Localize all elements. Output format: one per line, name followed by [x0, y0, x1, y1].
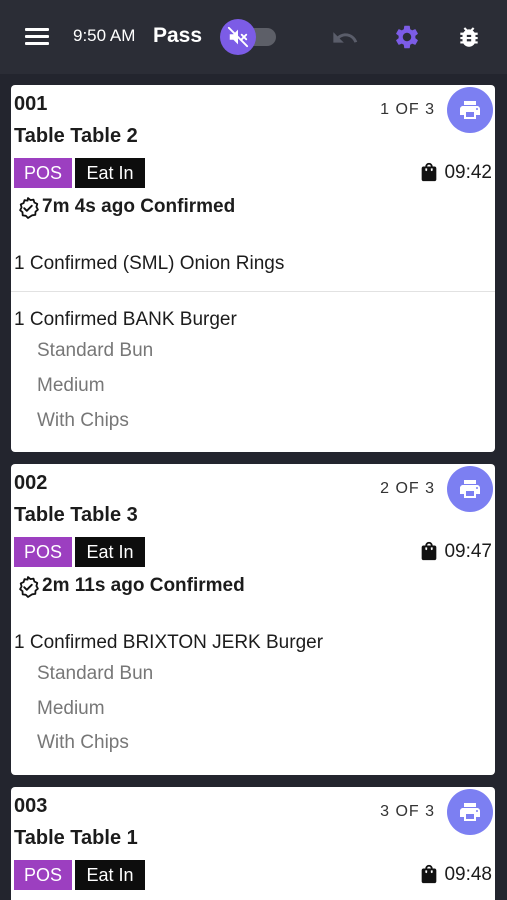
verified-badge-icon: [19, 197, 39, 219]
station-title: Pass: [153, 24, 203, 47]
order-status: 2m 11s ago Confirmed: [16, 573, 245, 599]
item-divider: [11, 291, 495, 292]
due-time: 09:47: [422, 540, 492, 564]
order-position: 2 OF 3: [380, 480, 435, 497]
item-modifier: Medium: [37, 375, 105, 396]
order-status: 7m 4s ago Confirmed: [16, 194, 235, 220]
order-card[interactable]: 003 Table Table 1 3 OF 3 POS Eat In 09:4…: [11, 787, 495, 900]
print-button[interactable]: [447, 87, 493, 133]
due-time-value: 09:47: [444, 541, 492, 562]
order-card[interactable]: 001 Table Table 2 1 OF 3 POS Eat In 09:4…: [11, 85, 495, 452]
order-type-badge: Eat In: [75, 537, 145, 567]
order-item: 1 Confirmed BANK Burger: [14, 309, 237, 330]
table-name: Table Table 2: [14, 125, 138, 147]
printer-icon: [460, 803, 480, 821]
order-type-badge: Eat In: [75, 158, 145, 188]
order-position: 3 OF 3: [380, 803, 435, 820]
volume-off-icon: [227, 26, 249, 48]
item-modifier: Medium: [37, 698, 105, 719]
item-modifier: Standard Bun: [37, 663, 154, 684]
order-position: 1 OF 3: [380, 101, 435, 118]
scrollbar-track[interactable]: [501, 74, 507, 900]
print-button[interactable]: [447, 789, 493, 835]
item-modifier: Standard Bun: [37, 340, 154, 361]
mute-toggle[interactable]: [220, 19, 256, 55]
order-item: 1 Confirmed (SML) Onion Rings: [14, 253, 285, 274]
order-status-text: 7m 4s ago Confirmed: [42, 196, 236, 217]
printer-icon: [460, 101, 480, 119]
due-time: 09:42: [422, 161, 492, 185]
due-time: 09:48: [422, 863, 492, 887]
order-card[interactable]: 002 Table Table 3 2 OF 3 POS Eat In 09:4…: [11, 464, 495, 775]
order-type-badge: Eat In: [75, 860, 145, 890]
shopping-bag-icon: [422, 864, 437, 884]
shopping-bag-icon: [422, 541, 437, 561]
item-modifier: With Chips: [37, 410, 129, 431]
source-badge: POS: [14, 158, 72, 188]
hamburger-menu-icon[interactable]: [25, 28, 49, 46]
gear-icon[interactable]: [393, 23, 421, 51]
due-time-value: 09:42: [444, 162, 492, 183]
order-status-text: 2m 11s ago Confirmed: [42, 575, 245, 596]
table-name: Table Table 1: [14, 827, 138, 849]
order-item: 1 Confirmed BRIXTON JERK Burger: [14, 632, 324, 653]
print-button[interactable]: [447, 466, 493, 512]
due-time-value: 09:48: [444, 864, 492, 885]
verified-badge-icon: [19, 576, 39, 598]
printer-icon: [460, 480, 480, 498]
source-badge: POS: [14, 537, 72, 567]
order-number: 003: [14, 795, 48, 817]
undo-icon[interactable]: [330, 24, 360, 52]
table-name: Table Table 3: [14, 504, 138, 526]
clock-time: 9:50 AM: [73, 26, 136, 45]
order-number: 001: [14, 93, 48, 115]
shopping-bag-icon: [422, 162, 437, 182]
order-number: 002: [14, 472, 48, 494]
source-badge: POS: [14, 860, 72, 890]
top-app-bar: 9:50 AM Pass: [0, 0, 507, 74]
item-modifier: With Chips: [37, 732, 129, 753]
bug-icon[interactable]: [456, 24, 482, 50]
